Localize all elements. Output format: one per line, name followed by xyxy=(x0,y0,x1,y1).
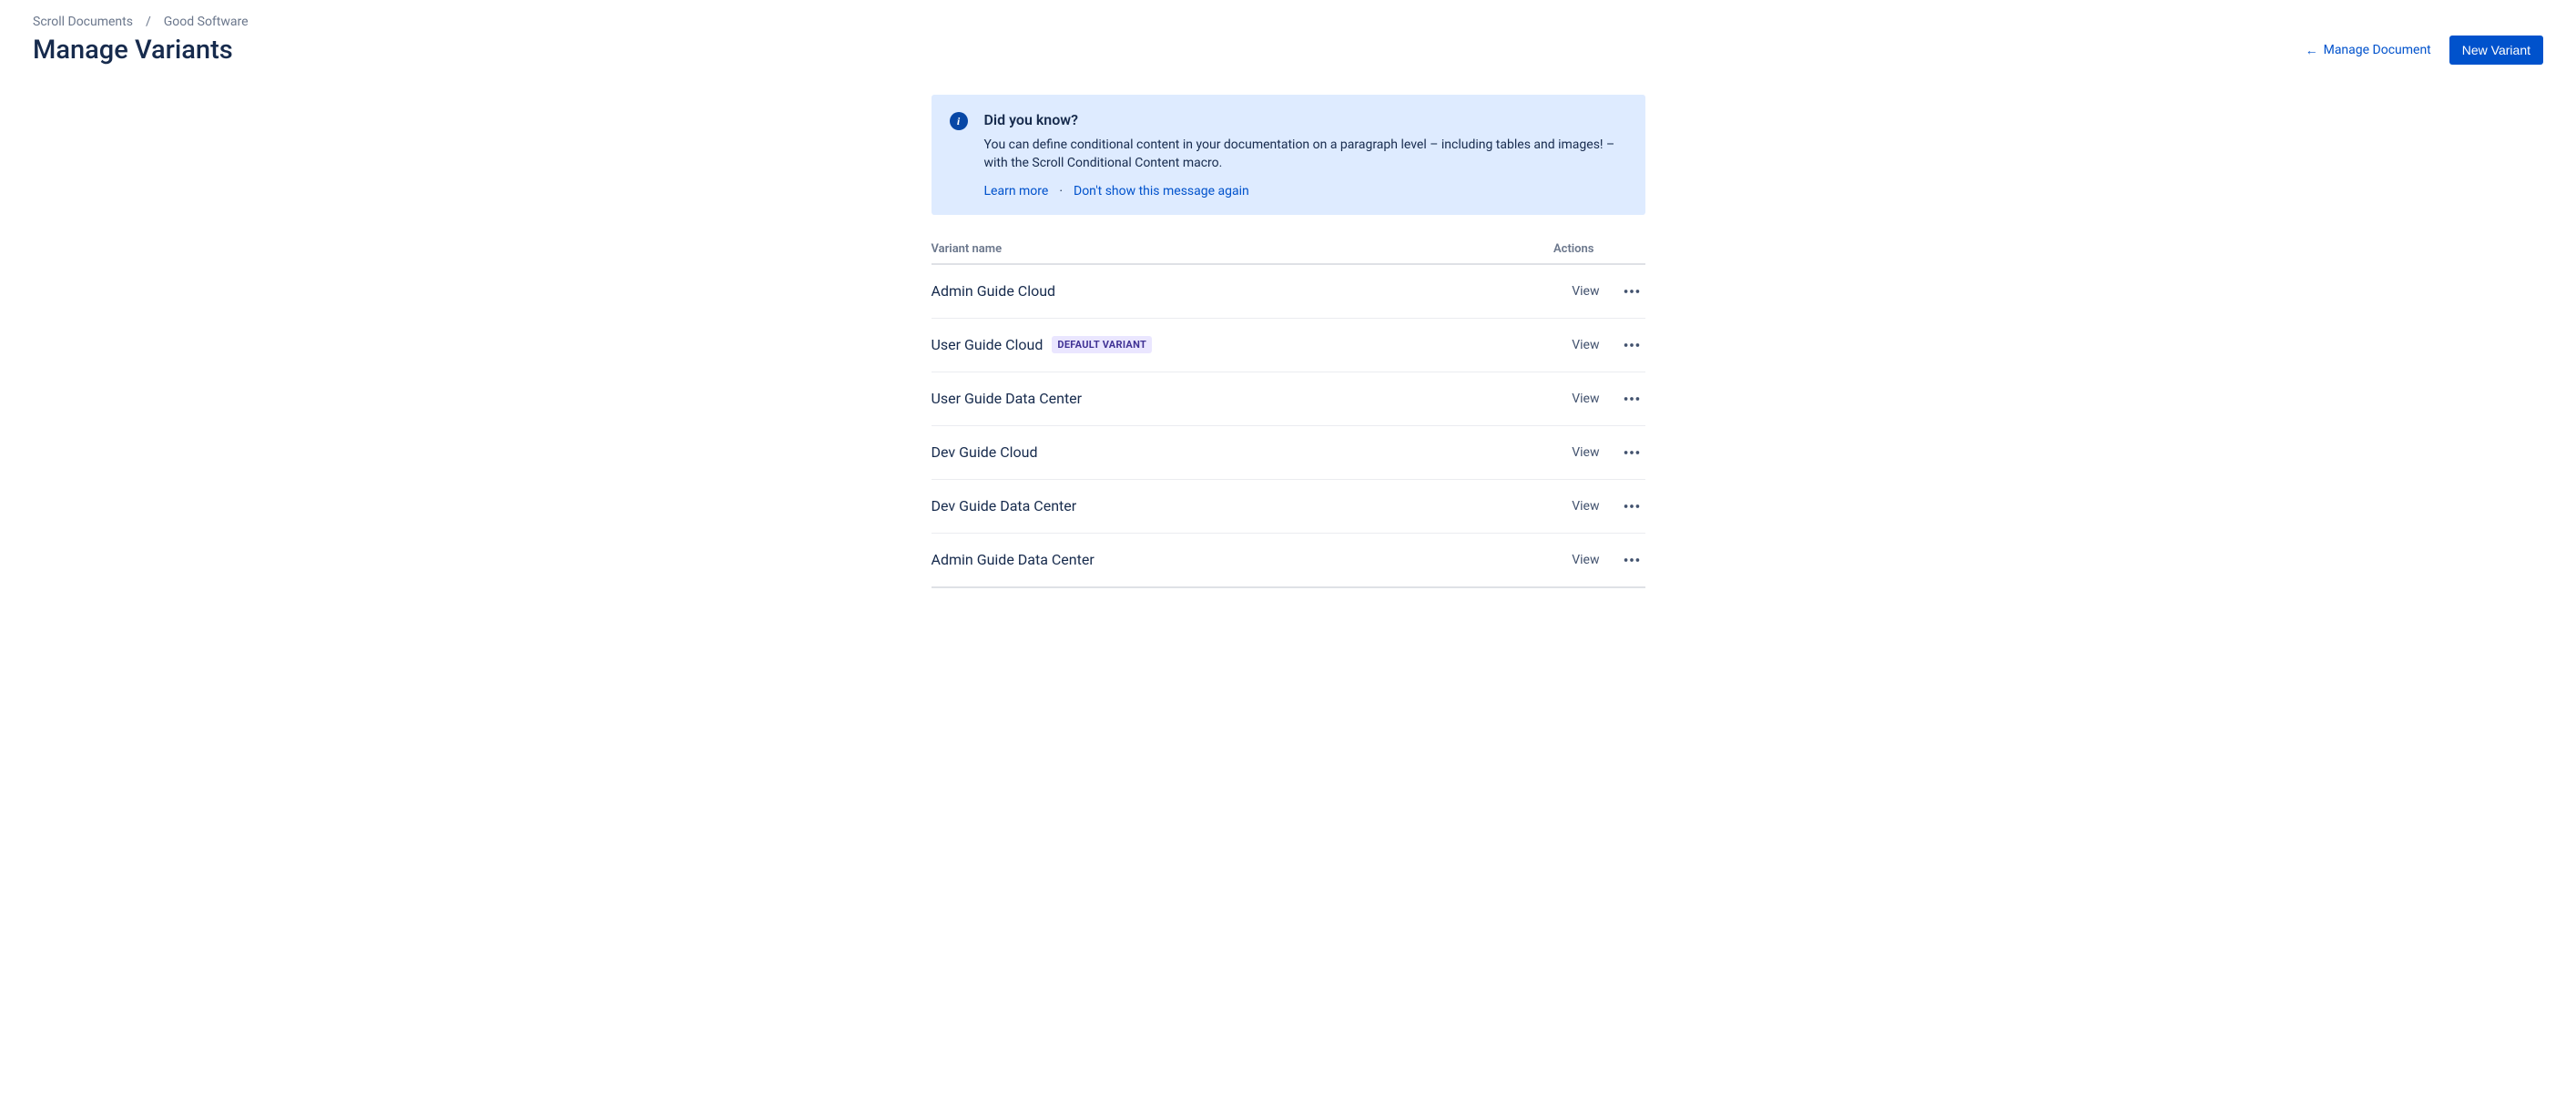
row-actions: View xyxy=(1572,546,1644,574)
view-link[interactable]: View xyxy=(1572,445,1599,460)
column-header-name: Variant name xyxy=(932,242,1003,256)
more-actions-button[interactable] xyxy=(1618,331,1645,359)
more-horizontal-icon xyxy=(1622,281,1642,301)
variant-name: User Guide Data Center xyxy=(932,390,1083,407)
header-actions: ← Manage Document New Variant xyxy=(2306,36,2543,65)
breadcrumb-separator: / xyxy=(146,15,151,29)
more-horizontal-icon xyxy=(1622,335,1642,355)
variant-name-cell: Admin Guide Data Center xyxy=(932,551,1095,568)
more-horizontal-icon xyxy=(1622,496,1642,516)
table-row: Dev Guide Data Center View xyxy=(932,480,1645,534)
variant-name-cell: User Guide Cloud DEFAULT VARIANT xyxy=(932,336,1153,353)
info-content: Did you know? You can define conditional… xyxy=(984,111,1627,199)
page-title: Manage Variants xyxy=(33,35,233,66)
breadcrumb: Scroll Documents / Good Software xyxy=(33,15,2543,29)
info-separator: · xyxy=(1059,184,1063,199)
variant-name: Dev Guide Cloud xyxy=(932,443,1038,461)
row-actions: View xyxy=(1572,439,1644,466)
manage-document-link[interactable]: ← Manage Document xyxy=(2306,43,2431,58)
row-actions: View xyxy=(1572,331,1644,359)
manage-document-label: Manage Document xyxy=(2324,43,2431,57)
main-content: i Did you know? You can define condition… xyxy=(932,95,1645,588)
arrow-left-icon: ← xyxy=(2306,43,2318,58)
info-panel: i Did you know? You can define condition… xyxy=(932,95,1645,215)
table-header: Variant name Actions xyxy=(932,242,1645,265)
dismiss-info-link[interactable]: Don't show this message again xyxy=(1074,184,1249,199)
table-row: Admin Guide Cloud View xyxy=(932,265,1645,319)
more-actions-button[interactable] xyxy=(1618,385,1645,412)
variant-name-cell: Admin Guide Cloud xyxy=(932,282,1056,300)
breadcrumb-item-scroll-documents[interactable]: Scroll Documents xyxy=(33,15,133,29)
more-actions-button[interactable] xyxy=(1618,278,1645,305)
variant-name-cell: Dev Guide Cloud xyxy=(932,443,1038,461)
row-actions: View xyxy=(1572,385,1644,412)
variant-name: Admin Guide Cloud xyxy=(932,282,1056,300)
breadcrumb-item-good-software[interactable]: Good Software xyxy=(164,15,249,29)
more-horizontal-icon xyxy=(1622,550,1642,570)
new-variant-button[interactable]: New Variant xyxy=(2449,36,2543,65)
info-text: You can define conditional content in yo… xyxy=(984,136,1627,173)
table-row: Dev Guide Cloud View xyxy=(932,426,1645,480)
variant-name-cell: User Guide Data Center xyxy=(932,390,1083,407)
row-actions: View xyxy=(1572,278,1644,305)
view-link[interactable]: View xyxy=(1572,338,1599,352)
column-header-actions: Actions xyxy=(1553,242,1645,256)
view-link[interactable]: View xyxy=(1572,284,1599,299)
more-horizontal-icon xyxy=(1622,443,1642,463)
default-variant-badge: DEFAULT VARIANT xyxy=(1052,336,1152,353)
learn-more-link[interactable]: Learn more xyxy=(984,184,1049,199)
variant-name: Dev Guide Data Center xyxy=(932,497,1077,514)
variant-name: User Guide Cloud xyxy=(932,336,1044,353)
more-actions-button[interactable] xyxy=(1618,493,1645,520)
variants-table-body: Admin Guide Cloud View User Guide Cloud DEF… xyxy=(932,265,1645,588)
variant-name: Admin Guide Data Center xyxy=(932,551,1095,568)
page-header: Manage Variants ← Manage Document New Va… xyxy=(33,35,2543,66)
more-horizontal-icon xyxy=(1622,389,1642,409)
table-row: User Guide Data Center View xyxy=(932,372,1645,426)
variant-name-cell: Dev Guide Data Center xyxy=(932,497,1077,514)
view-link[interactable]: View xyxy=(1572,499,1599,514)
more-actions-button[interactable] xyxy=(1618,439,1645,466)
more-actions-button[interactable] xyxy=(1618,546,1645,574)
view-link[interactable]: View xyxy=(1572,392,1599,406)
table-row: User Guide Cloud DEFAULT VARIANT View xyxy=(932,319,1645,372)
row-actions: View xyxy=(1572,493,1644,520)
table-row: Admin Guide Data Center View xyxy=(932,534,1645,588)
info-icon: i xyxy=(950,112,968,130)
info-title: Did you know? xyxy=(984,111,1627,128)
view-link[interactable]: View xyxy=(1572,553,1599,567)
info-links: Learn more · Don't show this message aga… xyxy=(984,184,1627,199)
